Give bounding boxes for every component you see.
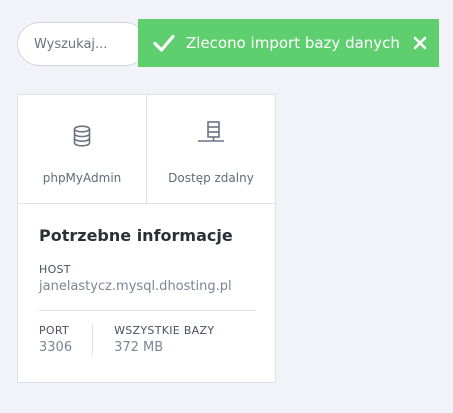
tile-remote-access[interactable]: Dostęp zdalny [146, 95, 275, 203]
database-icon [73, 125, 91, 147]
divider [39, 310, 255, 311]
host-value: janelastycz.mysql.dhosting.pl [39, 279, 232, 294]
tool-tiles: phpMyAdmin Dostęp zdalny [18, 95, 275, 204]
database-card: phpMyAdmin Dostęp zdalny Potrzebne infor… [17, 94, 276, 383]
tile-label: Dostęp zdalny [168, 171, 254, 185]
success-toast: Zlecono import bazy danych [138, 19, 439, 67]
check-icon [153, 34, 175, 52]
all-databases-label: WSZYSTKIE BAZY [114, 324, 215, 337]
tile-label: phpMyAdmin [42, 171, 122, 185]
db-stats: PORT 3306 WSZYSTKIE BAZY 372 MB [39, 324, 255, 355]
tile-phpmyadmin[interactable]: phpMyAdmin [18, 95, 146, 203]
host-field: HOST janelastycz.mysql.dhosting.pl [39, 263, 255, 294]
port-field: PORT 3306 [39, 324, 94, 355]
port-label: PORT [39, 324, 70, 337]
host-label: HOST [39, 263, 71, 276]
all-databases-value: 372 MB [114, 340, 164, 355]
search-box[interactable] [17, 22, 147, 66]
section-title: Potrzebne informacje [39, 226, 233, 245]
toast-message: Zlecono import bazy danych [186, 34, 400, 52]
required-info-section: Potrzebne informacje HOST janelastycz.my… [18, 204, 275, 355]
search-input[interactable] [32, 35, 136, 53]
remote-server-icon [198, 121, 224, 142]
port-value: 3306 [39, 340, 73, 355]
close-icon[interactable] [413, 36, 427, 50]
all-databases-field: WSZYSTKIE BAZY 372 MB [93, 324, 214, 355]
